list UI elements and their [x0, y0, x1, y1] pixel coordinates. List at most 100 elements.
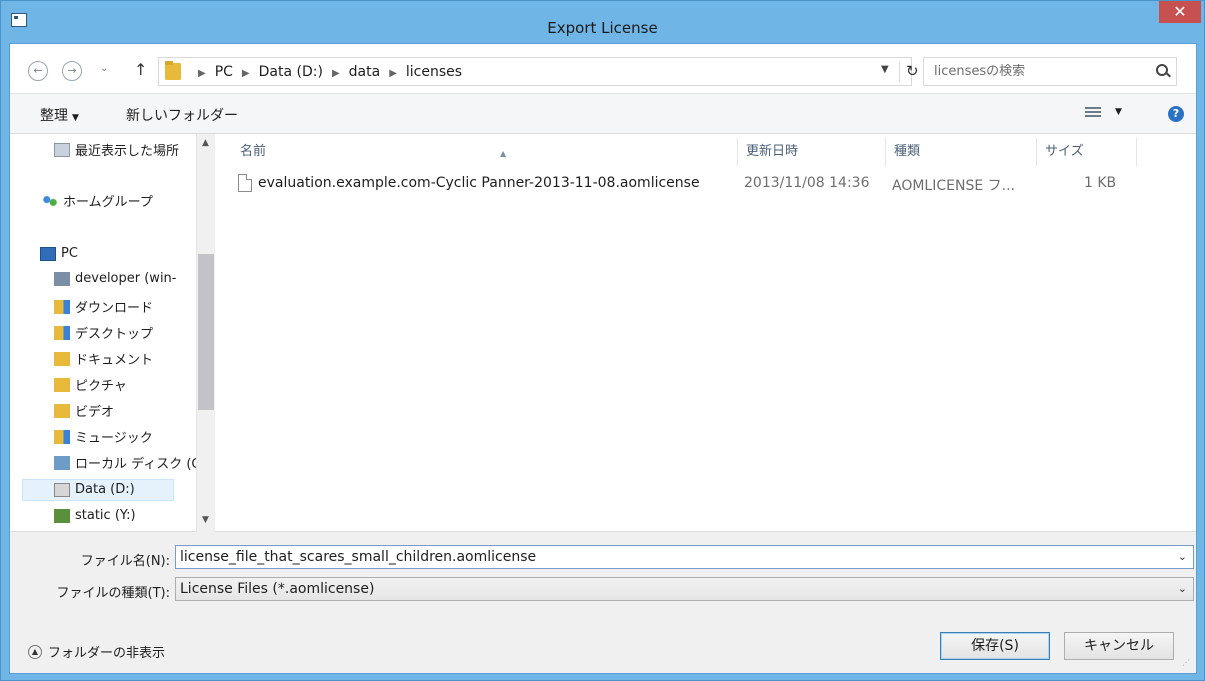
documents-folder-icon	[54, 351, 70, 366]
sidebar-item-documents[interactable]: ドキュメント	[54, 349, 153, 368]
window-title: Export License	[547, 19, 658, 37]
breadcrumb-separator-icon: ▶	[241, 68, 250, 79]
dialog-client: ← → ⌄ ↑ ▶ PC ▶ Data (D:) ▶ data ▶ licenses ▼ ↻ …	[9, 43, 1197, 674]
column-header-size[interactable]: サイズ	[1037, 138, 1137, 166]
sidebar-item-recent-places[interactable]: 最近表示した場所	[54, 140, 179, 159]
sidebar-item-label: 最近表示した場所	[75, 144, 180, 159]
network-user-icon	[54, 271, 70, 286]
videos-folder-icon	[54, 403, 70, 418]
view-options-icon[interactable]	[1085, 107, 1101, 119]
file-type: AOMLICENSE フ...	[892, 178, 1015, 194]
filename-dropdown-chevron-icon[interactable]: ⌄	[1178, 550, 1187, 563]
filename-label: ファイル名(N):	[80, 554, 170, 569]
sidebar-item-desktop[interactable]: デスクトップ	[54, 323, 153, 342]
column-header-type[interactable]: 種類	[886, 138, 1037, 166]
filetype-label: ファイルの種類(T):	[56, 586, 170, 601]
save-button[interactable]: 保存(S)	[940, 632, 1050, 660]
scroll-down-icon[interactable]: ▼	[202, 515, 209, 525]
caret-down-icon: ▼	[72, 113, 79, 123]
resize-grip-icon[interactable]: ⋰	[1182, 658, 1190, 667]
view-options-caret-icon[interactable]: ▼	[1115, 107, 1122, 117]
scrollbar-thumb[interactable]	[198, 254, 214, 410]
navigation-pane: 最近表示した場所 ホームグループ PC developer (win- ダウンロ…	[10, 134, 197, 532]
address-divider	[899, 62, 900, 82]
filetype-select[interactable]: License Files (*.aomlicense) ⌄	[175, 577, 1194, 601]
column-header-label: 名前	[240, 144, 267, 159]
search-icon[interactable]	[1156, 64, 1168, 76]
sidebar-item-pictures[interactable]: ピクチャ	[54, 375, 127, 394]
breadcrumb-data-drive[interactable]: Data (D:)	[259, 64, 323, 80]
sidebar-item-label: PC	[61, 246, 78, 261]
sidebar-item-label: developer (win-	[75, 271, 177, 286]
breadcrumb: ▶ PC ▶ Data (D:) ▶ data ▶ licenses	[189, 64, 462, 80]
sort-ascending-icon: ▲	[500, 149, 507, 158]
organize-menu-button[interactable]: 整理 ▼	[40, 105, 79, 125]
desktop-folder-icon	[54, 325, 70, 340]
navigation-pane-scrollbar[interactable]: ▲ ▼	[197, 134, 215, 532]
sidebar-item-label: ダウンロード	[75, 301, 154, 316]
network-drive-icon	[54, 508, 70, 523]
cancel-button[interactable]: キャンセル	[1064, 632, 1174, 660]
local-disk-icon	[54, 455, 70, 470]
export-license-dialog: Export License ✕ ← → ⌄ ↑ ▶ PC ▶ Data (D:) ▶ d…	[0, 0, 1205, 681]
sidebar-item-label: ドキュメント	[75, 353, 154, 368]
file-size: 1 KB	[1084, 175, 1117, 191]
sidebar-item-label: デスクトップ	[75, 327, 154, 342]
file-name: evaluation.example.com-Cyclic Panner-201…	[258, 175, 700, 191]
refresh-icon[interactable]: ↻	[906, 62, 919, 80]
search-box[interactable]	[923, 57, 1177, 86]
sidebar-item-label: Data (D:)	[75, 482, 135, 497]
new-folder-button[interactable]: 新しいフォルダー	[126, 105, 238, 125]
filename-field[interactable]: ⌄	[175, 545, 1194, 569]
file-icon	[238, 174, 252, 192]
folder-icon	[165, 61, 181, 80]
scroll-up-icon[interactable]: ▲	[202, 138, 209, 148]
file-date: 2013/11/08 14:36	[744, 175, 870, 191]
sidebar-item-label: static (Y:)	[75, 508, 136, 523]
chevron-up-icon: ▲	[28, 644, 42, 659]
breadcrumb-separator-icon: ▶	[198, 68, 206, 79]
search-input[interactable]	[934, 64, 1134, 79]
sidebar-item-music[interactable]: ミュージック	[54, 427, 153, 446]
sidebar-item-pc[interactable]: PC	[40, 246, 78, 261]
back-button[interactable]: ←	[28, 61, 48, 81]
file-list: 名前 ▲ 更新日時 種類 サイズ evaluation.example.com-C…	[216, 134, 1196, 532]
breadcrumb-licenses[interactable]: licenses	[406, 64, 462, 80]
sidebar-item-developer[interactable]: developer (win-	[54, 271, 176, 286]
filename-input[interactable]	[180, 549, 1140, 565]
sidebar-item-static-drive[interactable]: static (Y:)	[54, 508, 136, 523]
address-bar[interactable]: ▶ PC ▶ Data (D:) ▶ data ▶ licenses ▼ ↻	[158, 57, 919, 86]
recent-locations-chevron-icon[interactable]: ⌄	[100, 63, 108, 74]
forward-button[interactable]: →	[62, 61, 82, 81]
sidebar-item-local-disk[interactable]: ローカル ディスク (C	[54, 453, 197, 472]
pictures-folder-icon	[54, 377, 70, 392]
sidebar-item-downloads[interactable]: ダウンロード	[54, 297, 153, 316]
sidebar-item-label: ピクチャ	[75, 379, 127, 394]
help-icon[interactable]: ?	[1168, 106, 1184, 122]
homegroup-icon	[42, 193, 58, 208]
drive-icon	[54, 482, 70, 497]
breadcrumb-separator-icon: ▶	[331, 68, 340, 79]
column-header-name[interactable]: 名前 ▲	[232, 138, 738, 166]
address-dropdown-chevron-icon[interactable]: ▼	[881, 64, 889, 75]
filetype-dropdown-chevron-icon[interactable]: ⌄	[1178, 582, 1187, 595]
downloads-folder-icon	[54, 299, 70, 314]
file-row[interactable]: evaluation.example.com-Cyclic Panner-201…	[234, 172, 1134, 198]
hide-folders-toggle[interactable]: ▲ フォルダーの非表示	[28, 642, 165, 661]
column-header-date[interactable]: 更新日時	[738, 138, 886, 166]
sidebar-item-label: ローカル ディスク (C	[75, 457, 197, 472]
breadcrumb-separator-icon: ▶	[389, 68, 397, 79]
sidebar-item-homegroup[interactable]: ホームグループ	[42, 191, 153, 210]
filetype-value: License Files (*.aomlicense)	[180, 581, 375, 597]
breadcrumb-pc[interactable]: PC	[215, 64, 233, 80]
sidebar-item-data-drive[interactable]: Data (D:)	[54, 482, 135, 497]
title-bar[interactable]: Export License ✕	[1, 1, 1204, 43]
up-button[interactable]: ↑	[134, 60, 147, 79]
sidebar-item-videos[interactable]: ビデオ	[54, 401, 114, 420]
organize-label: 整理	[40, 108, 68, 124]
recent-places-icon	[54, 142, 70, 157]
pc-icon	[40, 246, 56, 261]
breadcrumb-data[interactable]: data	[349, 64, 381, 80]
close-button[interactable]: ✕	[1159, 1, 1201, 23]
sidebar-item-label: ビデオ	[75, 405, 115, 420]
